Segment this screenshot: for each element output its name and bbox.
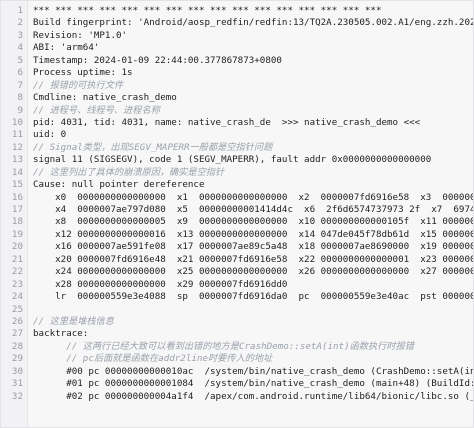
- line-content: uid: 0: [33, 129, 67, 141]
- line-content: x20 0000007fd6916e48 x21 0000007fd6916e5…: [33, 253, 474, 265]
- line-number: 25: [11, 303, 23, 315]
- code-line: 8 Cmdline: native_crash_demo: [1, 92, 473, 104]
- line-number: 20: [11, 241, 23, 253]
- line-content: #02 pc 000000000004a1f4 /apex/com.androi…: [33, 390, 474, 402]
- line-content: // 这里是堆栈信息: [33, 315, 114, 327]
- line-content: x16 0000007ae591fe08 x17 0000007ae89c5a4…: [33, 241, 474, 253]
- code-line: 6 Process uptime: 1s: [1, 67, 473, 79]
- code-line: 18 x8 0000000000000005 x9 00000000000000…: [1, 216, 473, 228]
- line-number: 19: [11, 228, 23, 240]
- line-content: x0 0000000000000000 x1 0000000000000000 …: [55, 191, 473, 203]
- line-number: 30: [11, 365, 23, 377]
- line-number: 5: [17, 54, 23, 66]
- code-line: 1 *** *** *** *** *** *** *** *** *** ***…: [1, 5, 473, 17]
- line-content: Timestamp: 2024-01-09 22:44:00.377867873…: [33, 54, 282, 66]
- line-content: Process uptime: 1s: [33, 67, 133, 79]
- line-number: 8: [17, 92, 23, 104]
- line-content: Build fingerprint: 'Android/aosp_redfin/…: [33, 17, 474, 29]
- line-content: Revision: 'MP1.0': [33, 29, 128, 41]
- line-content: #00 pc 00000000000010ac /system/bin/nati…: [66, 365, 473, 377]
- line-number: 32: [11, 390, 23, 402]
- code-lines: 1 *** *** *** *** *** *** *** *** *** ***…: [1, 5, 473, 403]
- line-content: // 进程号、线程号、进程名称: [33, 104, 160, 116]
- line-number: 28: [11, 340, 23, 352]
- line-content: x4 0000007ae797d080 x5 00000000001414d4c…: [55, 204, 473, 215]
- line-number: 3: [17, 29, 23, 41]
- code-line: 5 Timestamp: 2024-01-09 22:44:00.37786787…: [1, 55, 473, 67]
- line-number: 29: [11, 353, 23, 365]
- line-content: #01 pc 0000000000001084 /system/bin/nati…: [33, 378, 474, 390]
- code-line: 9 // 进程号、线程号、进程名称: [1, 105, 473, 117]
- line-content: Cause: null pointer dereference: [33, 179, 205, 191]
- line-content: // 报错的可执行文件: [33, 79, 124, 91]
- line-content: pid: 4031, tid: 4031, name: native_crash…: [33, 116, 421, 128]
- code-line: 11 uid: 0: [1, 129, 473, 141]
- line-number: 9: [17, 104, 23, 116]
- line-number: 17: [11, 204, 23, 215]
- code-line: 23 x28 0000000000000000 x29 0000007fd691…: [1, 279, 473, 291]
- line-content: x28 0000000000000000 x29 0000007fd6916dd…: [33, 278, 288, 290]
- line-content: signal 11 (SIGSEGV), code 1 (SEGV_MAPERR…: [33, 154, 432, 166]
- code-line: 12 // Signal类型，出现SEGV_MAPERR一般都是空指针问题: [1, 142, 473, 154]
- line-content: // 这两行已经大致可以看到出错的地方是CrashDemo::setA(int)…: [33, 340, 414, 352]
- code-line: 4 ABI: 'arm64': [1, 42, 473, 54]
- code-line: 17 x4 0000007ae797d080 x5 00000000001414…: [1, 204, 473, 216]
- line-number: 18: [11, 216, 23, 228]
- line-number: 4: [17, 42, 23, 54]
- code-line: 16 x0 0000000000000000 x1 00000000000000…: [1, 192, 473, 204]
- line-content: ABI: 'arm64': [33, 42, 100, 54]
- code-line: 25: [1, 304, 473, 316]
- code-line: 10 pid: 4031, tid: 4031, name: native_cra…: [1, 117, 473, 129]
- code-line: 20 x16 0000007ae591fe08 x17 0000007ae89c…: [1, 241, 473, 253]
- code-line: 2 Build fingerprint: 'Android/aosp_redfin…: [1, 17, 473, 29]
- line-content: Cmdline: native_crash_demo: [33, 92, 177, 104]
- line-number: 24: [11, 291, 23, 303]
- code-line: 22 x24 0000000000000000 x25 000000000000…: [1, 266, 473, 278]
- line-content: backtrace:: [33, 328, 89, 340]
- line-content: *** *** *** *** *** *** *** *** *** *** …: [33, 5, 382, 16]
- code-line: 32 #02 pc 000000000004a1f4 /apex/com.and…: [1, 391, 473, 403]
- code-line: 3 Revision: 'MP1.0': [1, 30, 473, 42]
- line-content: // Signal类型，出现SEGV_MAPERR一般都是空指针问题: [33, 141, 273, 153]
- line-number: 21: [11, 253, 23, 265]
- code-line: 29 // pc后面就是函数在addr2line时要传入的地址: [1, 353, 473, 365]
- code-line: 27 backtrace:: [1, 328, 473, 340]
- line-content: x8 0000000000000005 x9 0000000000000000 …: [33, 216, 474, 228]
- line-number: 23: [11, 278, 23, 290]
- code-line: 15 Cause: null pointer dereference: [1, 179, 473, 191]
- code-line: 31 #01 pc 0000000000001084 /system/bin/n…: [1, 378, 473, 390]
- code-line: 30 #00 pc 00000000000010ac /system/bin/n…: [1, 366, 473, 378]
- line-content: lr 000000559e3e4088 sp 0000007fd6916da0 …: [55, 291, 473, 303]
- line-content: [23, 304, 33, 316]
- code-block: 1 *** *** *** *** *** *** *** *** *** ***…: [0, 0, 474, 428]
- code-line: 24 lr 000000559e3e4088 sp 0000007fd6916d…: [1, 291, 473, 303]
- line-number: 2: [17, 17, 23, 29]
- code-line: 14 // 这里列出了具体的崩溃原因，确实是空指针: [1, 167, 473, 179]
- line-number: 13: [11, 154, 23, 166]
- line-number: 7: [17, 79, 23, 91]
- line-number: 15: [11, 179, 23, 191]
- line-number: 26: [11, 315, 23, 327]
- line-number: 1: [17, 5, 23, 16]
- line-number: 14: [11, 166, 23, 178]
- line-number: 11: [11, 129, 23, 141]
- code-line: 19 x12 0000000000000016 x13 000000000000…: [1, 229, 473, 241]
- line-content: // 这里列出了具体的崩溃原因，确实是空指针: [33, 166, 225, 178]
- line-content: // pc后面就是函数在addr2line时要传入的地址: [33, 353, 273, 365]
- line-number: 6: [17, 67, 23, 79]
- line-number: 10: [11, 116, 23, 128]
- line-number: 16: [11, 191, 23, 203]
- line-content: x24 0000000000000000 x25 000000000000000…: [33, 266, 474, 278]
- code-line: 13 signal 11 (SIGSEGV), code 1 (SEGV_MAPE…: [1, 154, 473, 166]
- line-number: 12: [11, 141, 23, 153]
- line-number: 22: [11, 266, 23, 278]
- line-content: x12 0000000000000016 x13 000000000000000…: [33, 228, 474, 240]
- line-number: 27: [11, 328, 23, 340]
- line-number: 31: [11, 378, 23, 390]
- code-line: 26 // 这里是堆栈信息: [1, 316, 473, 328]
- code-line: 21 x20 0000007fd6916e48 x21 0000007fd691…: [1, 254, 473, 266]
- code-line: 7 // 报错的可执行文件: [1, 80, 473, 92]
- code-line: 28 // 这两行已经大致可以看到出错的地方是CrashDemo::setA(i…: [1, 341, 473, 353]
